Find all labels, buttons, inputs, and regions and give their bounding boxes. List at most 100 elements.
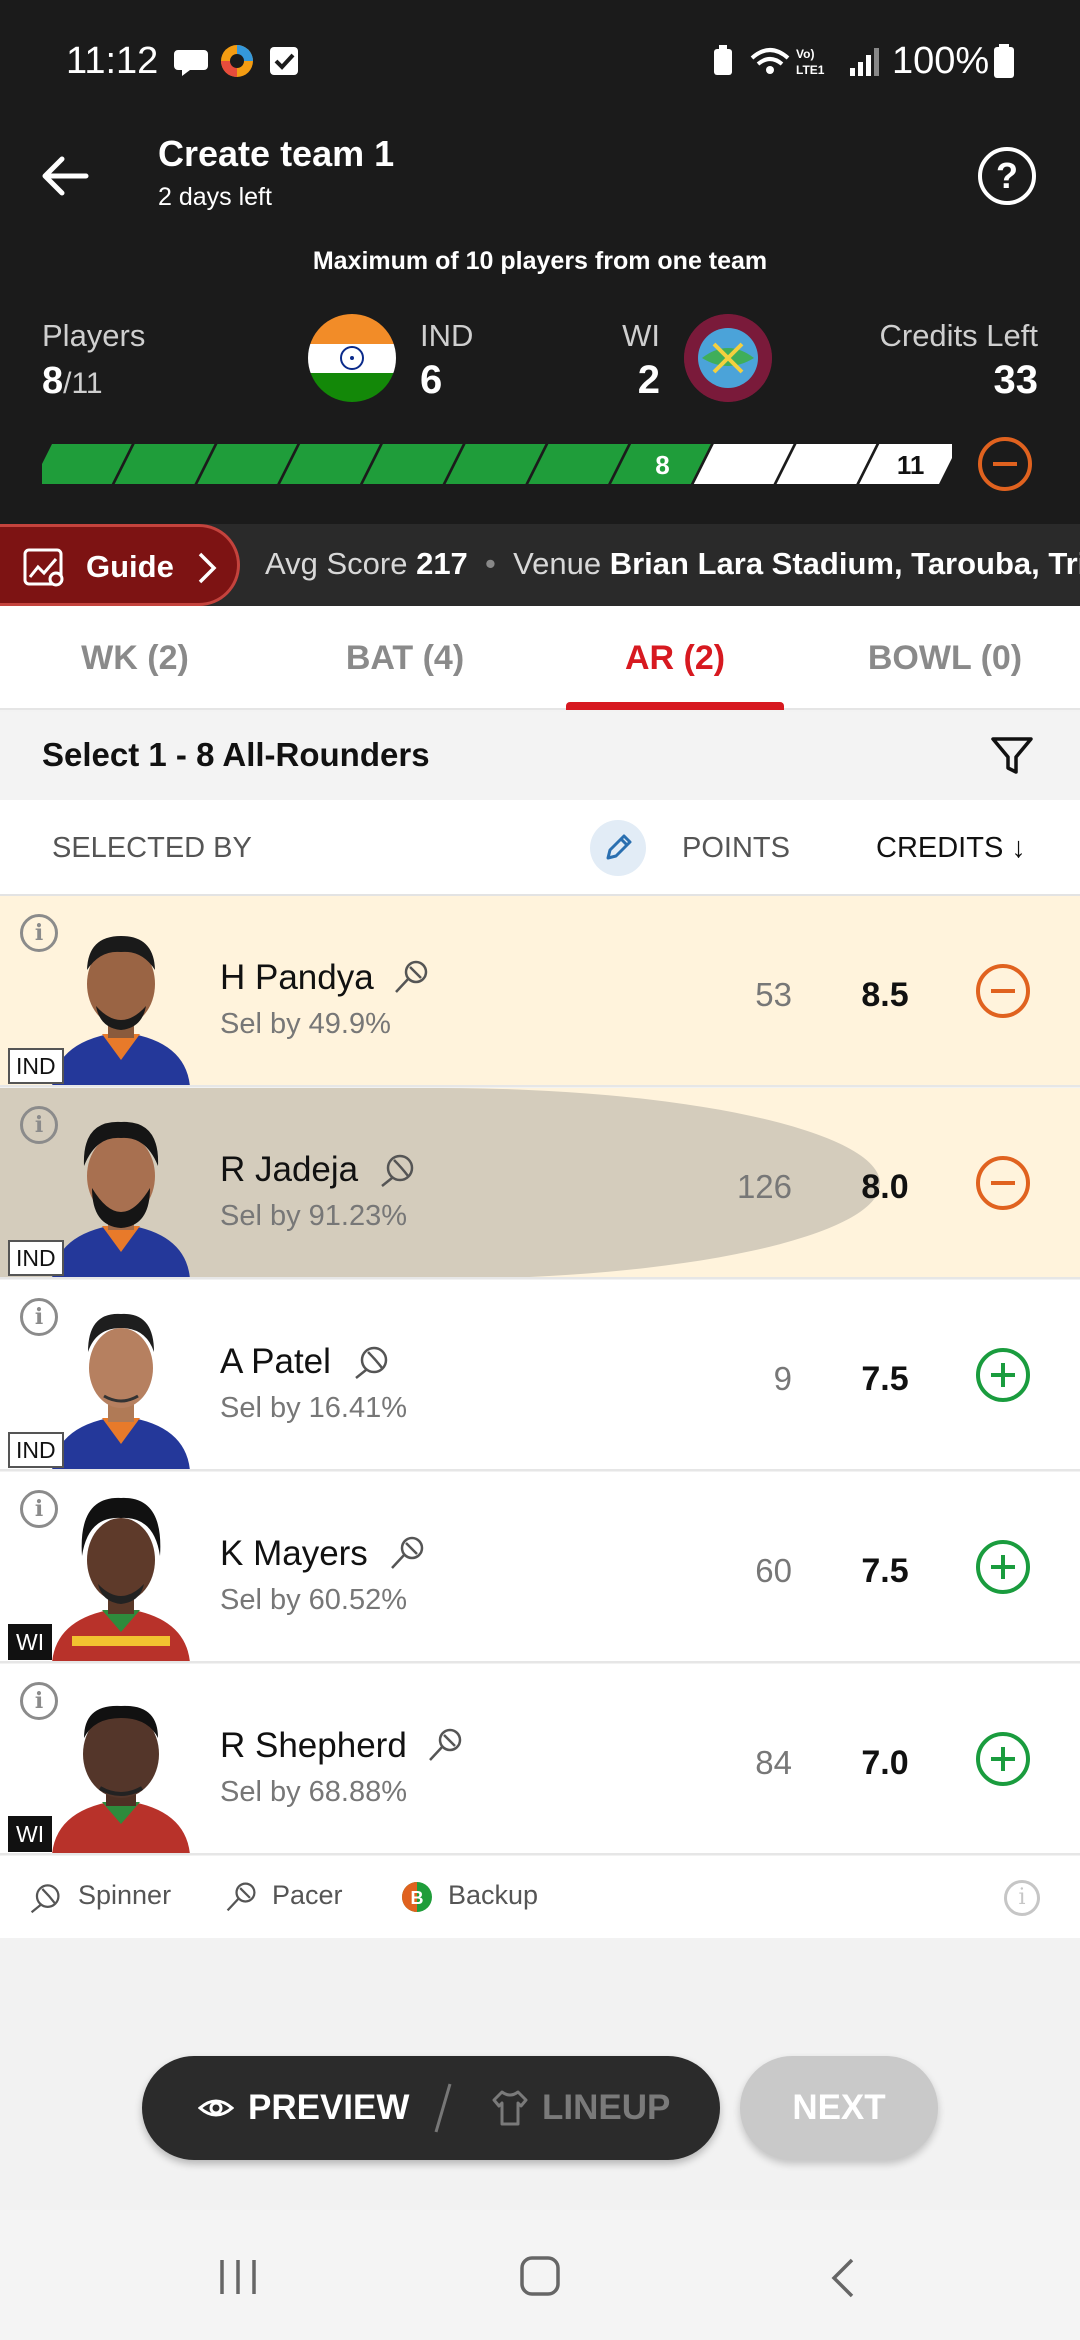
- player-photo: [52, 936, 190, 1085]
- progress-selected-label: 8: [655, 450, 669, 480]
- selected-by: Sel by 60.52%: [220, 1584, 408, 1616]
- guide-button[interactable]: Guide: [0, 524, 240, 606]
- player-name: A Patel: [220, 1342, 331, 1381]
- system-nav-bar: [0, 2210, 1080, 2340]
- team-badge: WI: [8, 1624, 53, 1660]
- svg-text:B: B: [411, 1888, 424, 1908]
- role-tabs: WK (2) BAT (4) AR (2) BOWL (0): [0, 606, 1080, 710]
- tab-wk[interactable]: WK (2): [0, 606, 270, 710]
- credits-left: 33: [993, 358, 1039, 402]
- player-credits: 7.5: [861, 1552, 909, 1590]
- player-photo: [52, 1121, 190, 1277]
- tab-bowl[interactable]: BOWL (0): [810, 606, 1080, 710]
- progress-segment: [528, 444, 629, 484]
- home-icon[interactable]: [518, 2254, 562, 2298]
- clear-team-button[interactable]: [978, 437, 1032, 491]
- player-row[interactable]: i WI K Mayers Sel by 60.52% 60 7.5: [0, 1472, 1080, 1663]
- sort-credits[interactable]: CREDITS ↓: [876, 832, 1026, 865]
- app-header: Create team 1 2 days left ?: [0, 125, 1080, 245]
- player-row[interactable]: i IND R Jadeja Sel by 91.23% 126 8.0: [0, 1088, 1080, 1279]
- player-credits: 7.5: [861, 1360, 909, 1398]
- svg-text:Vo): Vo): [796, 47, 814, 61]
- pacer-icon: [429, 1728, 462, 1761]
- legend-info-icon[interactable]: i: [1004, 1880, 1040, 1916]
- progress-segment: [693, 444, 794, 484]
- notification-icons: [174, 45, 298, 77]
- progress-segment: [776, 444, 877, 484]
- player-row[interactable]: i WI R Shepherd Sel by 68.88% 84 7.0: [0, 1664, 1080, 1855]
- spinner-icon: [381, 1154, 414, 1187]
- back-arrow-icon[interactable]: [36, 147, 94, 205]
- active-tab-indicator: [566, 702, 784, 710]
- progress-segment: [197, 444, 298, 484]
- venue-label: Venue: [513, 546, 602, 581]
- system-status-icons: Vo) LTE1: [714, 45, 879, 77]
- team2-count: 2: [637, 358, 660, 402]
- back-nav-icon[interactable]: [828, 2256, 858, 2300]
- help-icon[interactable]: ?: [978, 147, 1036, 205]
- remove-player-button[interactable]: [976, 1156, 1030, 1210]
- next-button[interactable]: NEXT: [740, 2056, 938, 2160]
- progress-segment: [114, 444, 215, 484]
- status-time: 11:12: [66, 40, 159, 82]
- preview-button[interactable]: PREVIEW: [248, 2088, 409, 2128]
- match-info-strip: Guide Avg Score 217 • Venue Brian Lara S…: [0, 524, 1080, 606]
- progress-segment: [445, 444, 546, 484]
- team1-name: IND: [420, 318, 474, 353]
- player-name: K Mayers: [220, 1534, 368, 1573]
- pacer-icon: [395, 960, 428, 993]
- selection-hint: Select 1 - 8 All-Rounders: [42, 736, 430, 773]
- eye-icon: [198, 2099, 234, 2117]
- legend-spinner: Spinner: [78, 1880, 172, 1910]
- sort-selected-by[interactable]: SELECTED BY: [52, 832, 252, 865]
- recent-apps-icon[interactable]: [216, 2258, 260, 2296]
- tab-bat[interactable]: BAT (4): [270, 606, 540, 710]
- edit-pencil-icon[interactable]: [590, 820, 646, 876]
- guide-icon: [23, 548, 64, 587]
- spinner-icon: [355, 1346, 388, 1379]
- time-left: 2 days left: [158, 183, 272, 211]
- sort-points[interactable]: POINTS: [682, 832, 790, 865]
- selected-by: Sel by 49.9%: [220, 1008, 391, 1040]
- players-total: /11: [63, 367, 103, 400]
- venue-value: Brian Lara Stadium, Tarouba, Trin: [609, 546, 1080, 581]
- west-indies-flag-icon: [684, 314, 772, 402]
- team1-count: 6: [420, 358, 443, 402]
- player-name: H Pandya: [220, 958, 374, 997]
- selected-by: Sel by 68.88%: [220, 1776, 408, 1808]
- match-stats: Avg Score 217 • Venue Brian Lara Stadium…: [265, 546, 1080, 582]
- player-photo: [52, 1705, 190, 1853]
- player-row[interactable]: i IND A Patel Sel by 16.41% 9 7.5: [0, 1280, 1080, 1471]
- sort-header: SELECTED BY POINTS CREDITS ↓: [0, 800, 1080, 896]
- progress-segment: [280, 444, 380, 484]
- tab-ar[interactable]: AR (2): [540, 606, 810, 710]
- player-points: 84: [755, 1744, 792, 1781]
- team2-name: WI: [622, 318, 660, 353]
- remove-player-button[interactable]: [976, 964, 1030, 1018]
- players-label: Players: [42, 318, 146, 353]
- filter-icon[interactable]: [988, 732, 1036, 780]
- player-credits: 8.0: [861, 1168, 909, 1206]
- pacer-icon: [391, 1536, 424, 1569]
- page-title: Create team 1: [158, 133, 395, 174]
- chevron-right-icon: [198, 552, 217, 584]
- player-photo: [52, 1313, 190, 1469]
- shirt-icon: [492, 2090, 528, 2126]
- progress-segment: [362, 444, 463, 484]
- spinner-icon: [30, 1884, 60, 1914]
- battery-percent: 100%: [892, 40, 990, 82]
- add-player-button[interactable]: [976, 1348, 1030, 1402]
- lineup-button[interactable]: LINEUP: [542, 2088, 670, 2128]
- team-progress-bar: 8 11: [42, 444, 952, 484]
- player-name: R Jadeja: [220, 1150, 359, 1189]
- preview-lineup-pill: PREVIEW LINEUP: [142, 2056, 720, 2160]
- divider-slash: [434, 2083, 452, 2133]
- players-count: 8/11: [42, 360, 103, 403]
- player-credits: 8.5: [861, 976, 909, 1014]
- player-row[interactable]: i IND H Pandya Sel by 49.9% 53 8.5: [0, 896, 1080, 1087]
- add-player-button[interactable]: [976, 1540, 1030, 1594]
- selection-hint-row: Select 1 - 8 All-Rounders: [0, 712, 1080, 800]
- add-player-button[interactable]: [976, 1732, 1030, 1786]
- backup-icon: B: [402, 1882, 432, 1912]
- role-legend: Spinner Pacer B Backup i: [0, 1856, 1080, 1938]
